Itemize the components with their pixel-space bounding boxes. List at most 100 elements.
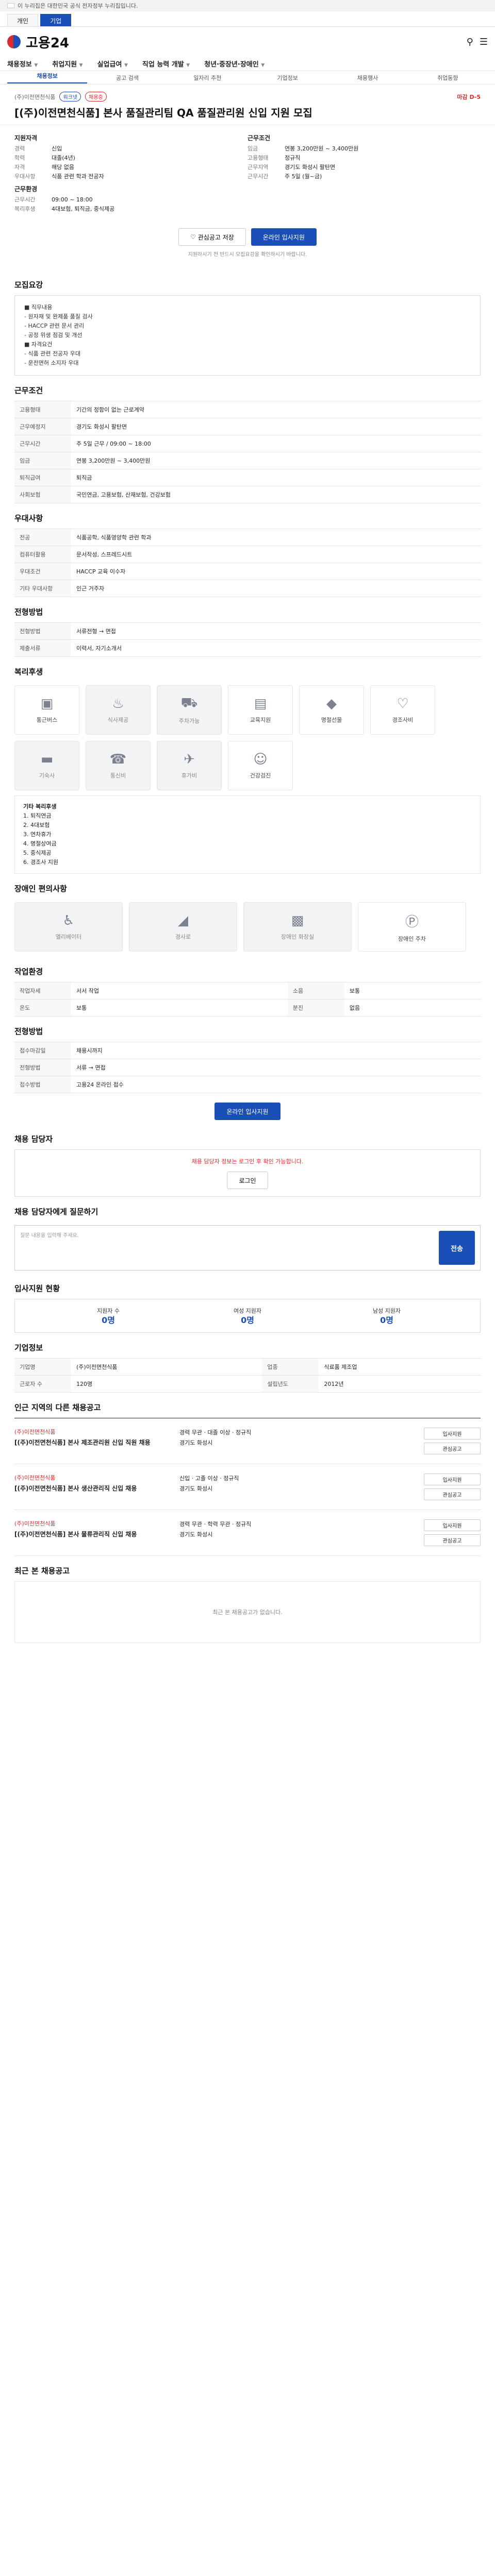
disabled-item: Ⓟ 장애인 주차 (358, 902, 466, 952)
text-line: 1. 퇴직연금 (23, 812, 52, 819)
nav-item-training[interactable]: 직업 능력 개발 ▼ (142, 59, 190, 69)
recent-section-title: 최근 본 채용공고 (14, 1566, 70, 1575)
save-button[interactable]: ♡ 관심공고 저장 (178, 228, 246, 246)
inquiry-field[interactable]: 질문 내용을 입력해 주세요. 전송 (14, 1225, 481, 1270)
subnav-item-trends[interactable]: 취업동향 (408, 74, 488, 82)
company-name[interactable]: (주)이전면천식품 (14, 93, 55, 101)
list-item: (주)이전면천식품 [(주)이전면천식품] 본사 제조관리원 신입 직원 채용 경… (14, 1418, 481, 1464)
logo-icon[interactable] (7, 35, 21, 48)
value: 식품공학, 식품영양학 관련 학과 (71, 529, 481, 546)
stat-item: 남성 지원자 0명 (317, 1307, 456, 1325)
label: 복리후생 (14, 206, 36, 212)
label: 컴퓨터활용 (14, 546, 71, 563)
nav-item-support[interactable]: 취업지원 ▼ (52, 59, 82, 69)
label: 분진 (287, 999, 344, 1016)
value: 해당 없음 (52, 164, 74, 171)
welfare-item: ✈ 휴가비 (157, 741, 222, 790)
related-save-button[interactable]: 관심공고 (424, 1443, 481, 1454)
related-save-button[interactable]: 관심공고 (424, 1534, 481, 1546)
deadline-badge: 마감 D-5 (457, 93, 481, 100)
table-row: 임금 연봉 3,200만원 ~ 3,400만원 (14, 452, 481, 469)
apply-again-row: 온라인 입사지원 (0, 1093, 495, 1124)
table-row: 전형방법 서류 → 면접 (14, 1059, 481, 1076)
table-row: 기업명 (주)이전면천식품 업종 식료품 제조업 (14, 1358, 481, 1376)
label: 접수방법 (14, 1076, 71, 1093)
related-apply-button[interactable]: 입사지원 (424, 1473, 481, 1485)
welfare-section-title: 복리후생 (14, 667, 43, 676)
procedure-table: 접수마감일 채용시까지 전형방법 서류 → 면접 접수방법 고용24 온라인 접수 (14, 1042, 481, 1093)
value: 문서작성, 스프레드시트 (71, 546, 481, 563)
job-header: (주)이전면천식품 워크넷 채용중 마감 D-5 [(주)이전면천식품] 본사 … (0, 84, 495, 125)
stats-box: 지원자 수 0명 여성 지원자 0명 남성 지원자 0명 (14, 1299, 481, 1333)
label: 접수마감일 (14, 1042, 71, 1059)
label: 전형방법 (14, 1059, 71, 1076)
subnav-item-company[interactable]: 기업정보 (248, 74, 327, 82)
subnav-item-recommend[interactable]: 일자리 추천 (168, 74, 248, 82)
value: 보통 (344, 982, 481, 999)
tab-personal[interactable]: 개인 (7, 14, 39, 26)
subnav-item-jobs[interactable]: 채용정보 (7, 72, 88, 83)
gift-icon: ◆ (326, 696, 337, 711)
flag-icon (7, 3, 14, 8)
value: HACCP 교육 이수자 (71, 563, 481, 580)
table-row: 사회보험 국민연금, 고용보험, 산재보험, 건강보험 (14, 486, 481, 503)
text-line: - 식품 관련 전공자 우대 (24, 350, 81, 357)
table-row: 고용형태 기간의 정함이 없는 근로계약 (14, 401, 481, 418)
value: 4대보험, 퇴직금, 중식제공 (52, 206, 115, 212)
value: 연봉 3,200만원 ~ 3,400만원 (285, 145, 359, 152)
related-company[interactable]: (주)이전면천식품 (14, 1473, 179, 1482)
value: 보통 (71, 999, 288, 1016)
doc-table: 전형방법 서류전형 → 면접 제출서류 이력서, 자기소개서 (14, 622, 481, 657)
related-save-button[interactable]: 관심공고 (424, 1488, 481, 1500)
main-nav: 채용정보 ▼ 취업지원 ▼ 실업급여 ▼ 직업 능력 개발 ▼ 청년·중장년·장… (0, 57, 495, 71)
chevron-down-icon: ▼ (79, 63, 83, 68)
site-logo[interactable]: 고용24 (26, 32, 69, 52)
subnav-item-events[interactable]: 채용행사 (327, 74, 407, 82)
label: 고용형태 (14, 401, 71, 418)
related-apply-button[interactable]: 입사지원 (424, 1428, 481, 1439)
label: 근무시간 (248, 173, 269, 180)
summary-right-title: 근무조건 (248, 134, 271, 142)
stat-value: 0명 (241, 1315, 254, 1325)
related-title[interactable]: [(주)이전면천식품] 본사 생산관리직 신입 채용 (14, 1484, 179, 1493)
nav-item-youth[interactable]: 청년·중장년·장애인 ▼ (204, 59, 265, 69)
subnav-item-search[interactable]: 공고 검색 (87, 74, 167, 82)
label: 작업자세 (14, 982, 71, 999)
inquiry-placeholder: 질문 내용을 입력해 주세요. (20, 1233, 79, 1239)
text-line: - 운전면허 소지자 우대 (24, 360, 79, 366)
value: 경기도 화성시 팔탄면 (71, 418, 481, 435)
related-company[interactable]: (주)이전면천식품 (14, 1428, 179, 1436)
gov-notice-text: 이 누리집은 대한민국 공식 전자정부 누리집입니다. (18, 3, 138, 9)
site-header: 고용24 ⚲ ☰ (0, 27, 495, 57)
table-row: 근무예정지 경기도 화성시 팔탄면 (14, 418, 481, 435)
related-title[interactable]: [(주)이전면천식품] 본사 제조관리원 신입 직원 채용 (14, 1438, 179, 1447)
label: 근로자 수 (14, 1375, 71, 1393)
value: 고용24 온라인 접수 (71, 1076, 481, 1093)
nav-item-jobs[interactable]: 채용정보 ▼ (7, 59, 38, 69)
stat-value: 0명 (380, 1315, 393, 1325)
chevron-down-icon: ▼ (124, 63, 128, 68)
related-apply-button[interactable]: 입사지원 (424, 1519, 481, 1531)
value: 퇴직금 (71, 469, 481, 486)
gov-notice-bar: 이 누리집은 대한민국 공식 전자정부 누리집입니다. (0, 0, 495, 11)
welfare-item: ☎ 통신비 (86, 741, 151, 790)
search-icon[interactable]: ⚲ (467, 37, 473, 47)
tab-company[interactable]: 기업 (40, 14, 72, 26)
menu-icon[interactable]: ☰ (480, 37, 488, 47)
label: 전공 (14, 529, 71, 546)
ramp-icon: ◢ (178, 913, 188, 928)
login-button[interactable]: 로그인 (227, 1172, 268, 1189)
nav-item-benefit[interactable]: 실업급여 ▼ (97, 59, 128, 69)
table-row: 우대조건 HACCP 교육 이수자 (14, 563, 481, 580)
plane-icon: ✈ (184, 752, 195, 767)
apply-button[interactable]: 온라인 입사지원 (251, 228, 317, 246)
label: 근무예정지 (14, 418, 71, 435)
related-company[interactable]: (주)이전면천식품 (14, 1519, 179, 1528)
text-line: - HACCP 관련 문서 관리 (24, 323, 85, 329)
related-title[interactable]: [(주)이전면천식품] 본사 물류관리직 신입 채용 (14, 1530, 179, 1538)
apply-button-bottom[interactable]: 온라인 입사지원 (214, 1103, 280, 1120)
send-button[interactable]: 전송 (439, 1231, 475, 1265)
list-item: (주)이전면천식품 [(주)이전면천식품] 본사 생산관리직 신입 채용 신입 ·… (14, 1464, 481, 1510)
heart-icon: ♡ (190, 233, 198, 241)
chevron-down-icon: ▼ (34, 63, 38, 68)
